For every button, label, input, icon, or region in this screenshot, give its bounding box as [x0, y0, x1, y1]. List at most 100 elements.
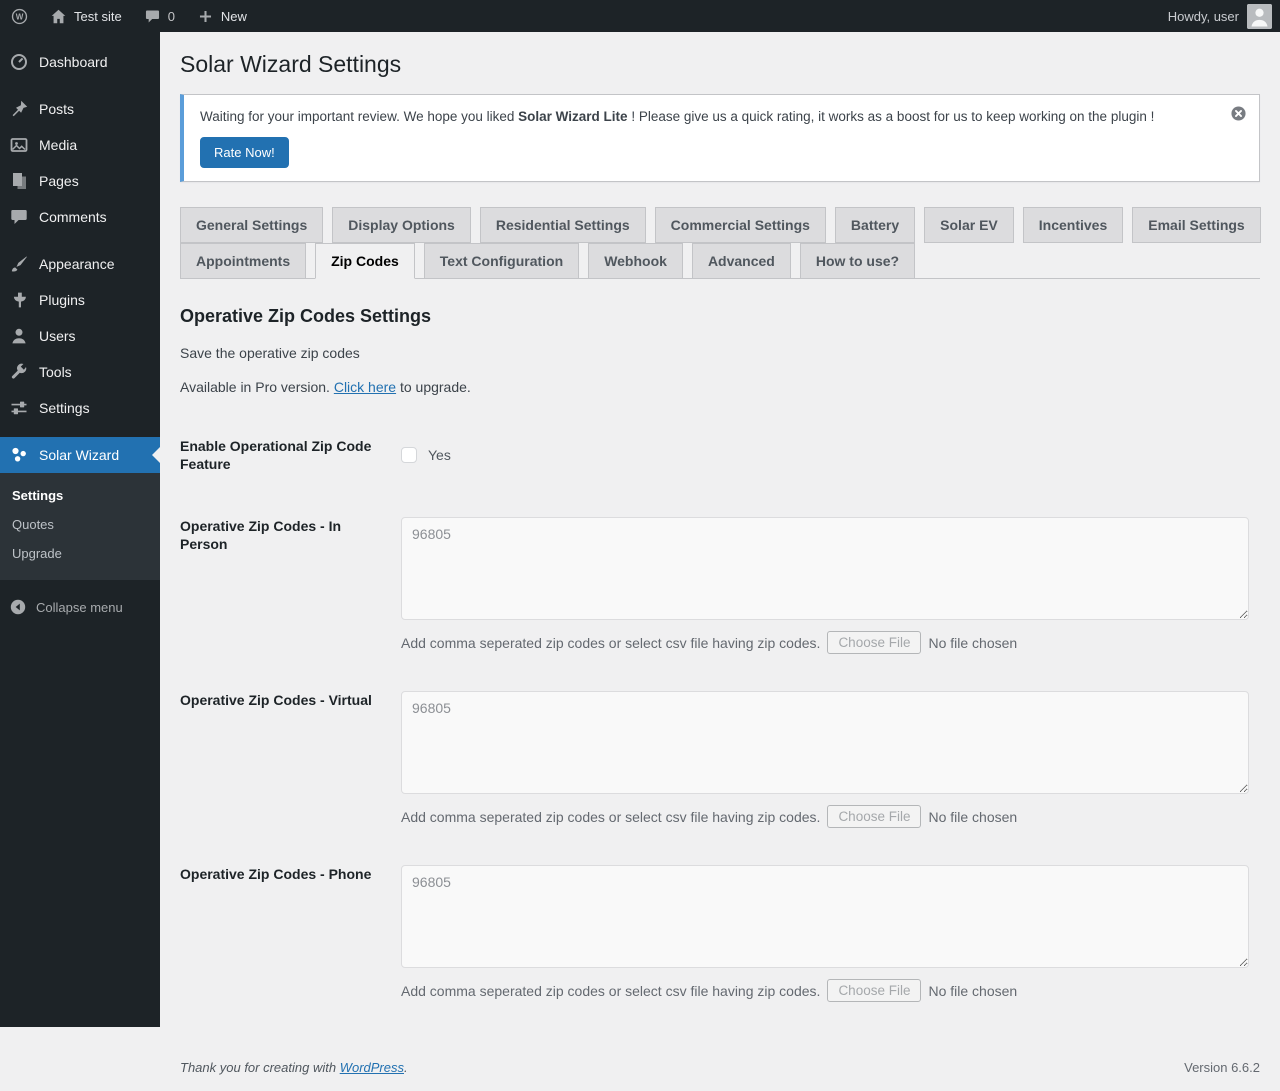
- sidebar-item-pages[interactable]: Pages: [0, 163, 160, 199]
- section-heading: Operative Zip Codes Settings: [180, 305, 432, 326]
- new-label: New: [220, 8, 247, 24]
- sidebar-item-settings[interactable]: Settings: [0, 390, 160, 426]
- zip-row-hint-text: Add comma seperated zip codes or select …: [401, 808, 821, 825]
- collapse-menu-button[interactable]: Collapse menu: [0, 590, 160, 624]
- solar-wizard-icon: [9, 445, 29, 465]
- footer-thanks: Thank you for creating with WordPress.: [180, 1060, 408, 1075]
- zip-codes-textarea[interactable]: [401, 691, 1249, 795]
- zip-row-field: Add comma seperated zip codes or select …: [401, 517, 1260, 655]
- comments-menu[interactable]: 0: [133, 0, 186, 32]
- pages-icon: [9, 171, 29, 191]
- media-icon: [9, 135, 29, 155]
- tab-zip-codes[interactable]: Zip Codes: [315, 242, 415, 279]
- sidebar-item-dashboard[interactable]: Dashboard: [0, 44, 160, 80]
- sidebar-item-tools[interactable]: Tools: [0, 354, 160, 390]
- submenu-item-settings[interactable]: Settings: [0, 481, 160, 510]
- sidebar-item-label: Plugins: [39, 292, 85, 308]
- brush-icon: [9, 254, 29, 274]
- enable-zip-checkbox-label: Yes: [428, 447, 451, 464]
- comment-icon: [9, 207, 29, 227]
- wordpress-logo-menu[interactable]: W: [0, 0, 39, 32]
- sliders-icon: [9, 398, 29, 418]
- plus-icon: [197, 8, 214, 25]
- review-notice: Waiting for your important review. We ho…: [180, 94, 1260, 182]
- sidebar-item-users[interactable]: Users: [0, 318, 160, 354]
- dismiss-notice-icon[interactable]: [1230, 105, 1247, 122]
- submenu-item-upgrade[interactable]: Upgrade: [0, 539, 160, 568]
- home-icon: [50, 8, 67, 25]
- tab-solar-ev[interactable]: Solar EV: [924, 206, 1014, 243]
- tab-text-configuration[interactable]: Text Configuration: [423, 242, 580, 279]
- site-name-menu[interactable]: Test site: [39, 0, 133, 32]
- rate-now-button[interactable]: Rate Now!: [200, 136, 289, 168]
- dashboard-icon: [9, 52, 29, 72]
- plugin-icon: [9, 290, 29, 310]
- collapse-menu-label: Collapse menu: [36, 599, 123, 615]
- choose-file-button[interactable]: Choose File: [827, 631, 922, 655]
- tab-appointments[interactable]: Appointments: [180, 242, 307, 279]
- wrench-icon: [9, 362, 29, 382]
- tab-commercial-settings[interactable]: Commercial Settings: [654, 206, 826, 243]
- tab-advanced[interactable]: Advanced: [691, 242, 791, 279]
- sidebar-item-label: Media: [39, 137, 78, 153]
- zip-row-label: Operative Zip Codes - In Person: [180, 518, 342, 553]
- thanks-text-before: Thank you for creating with: [180, 1060, 340, 1076]
- sidebar-item-posts[interactable]: Posts: [0, 91, 160, 127]
- avatar[interactable]: [1247, 3, 1272, 29]
- svg-text:W: W: [16, 12, 24, 21]
- choose-file-button[interactable]: Choose File: [827, 979, 922, 1003]
- main-content: Solar Wizard Settings Waiting for your i…: [160, 0, 1280, 1091]
- sidebar-item-solar-wizard[interactable]: Solar Wizard: [0, 437, 160, 473]
- zip-codes-form: Enable Operational Zip Code Feature Yes …: [180, 437, 1260, 1003]
- sidebar-item-label: Tools: [39, 364, 72, 380]
- file-chosen-status: No file chosen: [928, 982, 1018, 999]
- menu-separator: [0, 80, 160, 91]
- pro-text-after: to upgrade.: [396, 378, 471, 395]
- zip-row-description: Add comma seperated zip codes or select …: [401, 631, 1260, 655]
- current-menu-arrow: [152, 447, 160, 463]
- tab-display-options[interactable]: Display Options: [332, 206, 471, 243]
- wordpress-link[interactable]: WordPress: [340, 1060, 404, 1075]
- howdy-user-link[interactable]: Howdy, user: [1168, 9, 1239, 24]
- enable-zip-checkbox[interactable]: [401, 447, 417, 464]
- choose-file-button[interactable]: Choose File: [827, 805, 922, 829]
- sidebar-item-plugins[interactable]: Plugins: [0, 282, 160, 318]
- zip-code-rows: Operative Zip Codes - In Person Add comma…: [180, 517, 1260, 1003]
- enable-zip-label: Enable Operational Zip Code Feature: [180, 437, 372, 473]
- notice-plugin-name: Solar Wizard Lite: [518, 109, 628, 124]
- tab-email-settings[interactable]: Email Settings: [1132, 206, 1261, 243]
- upgrade-link[interactable]: Click here: [334, 379, 396, 395]
- footer-version: Version 6.6.2: [1184, 1060, 1260, 1076]
- admin-bar-right: Howdy, user: [1168, 3, 1280, 29]
- sidebar-item-label: Dashboard: [39, 54, 108, 70]
- submenu-item-quotes[interactable]: Quotes: [0, 510, 160, 539]
- tab-general-settings[interactable]: General Settings: [180, 206, 324, 243]
- new-content-menu[interactable]: New: [186, 0, 258, 32]
- sidebar-item-label: Users: [39, 328, 76, 344]
- sidebar-item-label: Settings: [39, 400, 90, 416]
- zip-row-field: Add comma seperated zip codes or select …: [401, 865, 1260, 1003]
- sidebar-item-comments[interactable]: Comments: [0, 199, 160, 235]
- tab-bar: General Settings Display Options Residenti…: [180, 206, 1261, 279]
- tab-battery[interactable]: Battery: [834, 206, 916, 243]
- tab-row-2: Appointments Zip Codes Text Configuration W…: [180, 242, 1260, 279]
- zip-row-operative-zip-codes-virtual: Operative Zip Codes - Virtual Add comma s…: [180, 691, 1260, 829]
- tab-webhook[interactable]: Webhook: [588, 242, 683, 279]
- sidebar-item-label: Comments: [39, 209, 107, 225]
- enable-zip-row: Enable Operational Zip Code Feature Yes: [180, 437, 1260, 473]
- sidebar-item-media[interactable]: Media: [0, 127, 160, 163]
- menu-separator: [0, 235, 160, 246]
- page-title: Solar Wizard Settings: [180, 51, 402, 77]
- tab-residential-settings[interactable]: Residential Settings: [479, 206, 646, 243]
- tab-incentives[interactable]: Incentives: [1022, 206, 1124, 243]
- zip-row-operative-zip-codes-phone: Operative Zip Codes - Phone Add comma sep…: [180, 865, 1260, 1003]
- sidebar-item-appearance[interactable]: Appearance: [0, 246, 160, 282]
- zip-row-description: Add comma seperated zip codes or select …: [401, 979, 1260, 1003]
- zip-codes-textarea[interactable]: [401, 865, 1249, 969]
- zip-codes-textarea[interactable]: [401, 517, 1249, 621]
- tab-how-to-use[interactable]: How to use?: [799, 242, 916, 279]
- zip-row-operative-zip-codes-in-person: Operative Zip Codes - In Person Add comma…: [180, 517, 1260, 655]
- admin-bar: W Test site 0 New Howdy, user: [0, 0, 1280, 32]
- zip-row-hint-text: Add comma seperated zip codes or select …: [401, 982, 821, 999]
- zip-row-description: Add comma seperated zip codes or select …: [401, 805, 1260, 829]
